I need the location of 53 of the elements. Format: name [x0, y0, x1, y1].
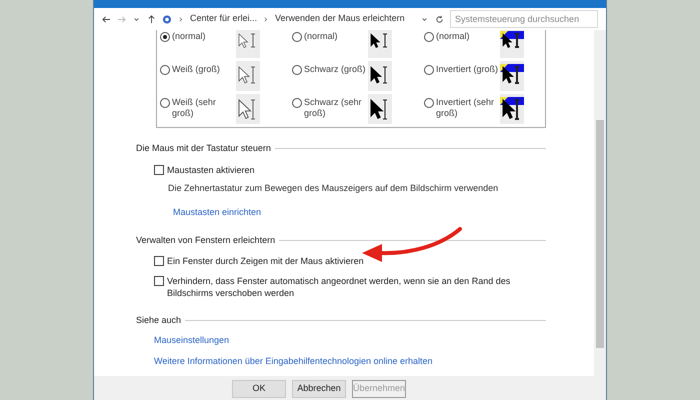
radio-label: (normal) — [436, 30, 471, 42]
radio-button[interactable] — [292, 65, 302, 75]
dialog-button[interactable]: OK — [232, 380, 286, 398]
checkbox[interactable] — [154, 256, 164, 266]
chevron-right-icon[interactable] — [178, 14, 184, 24]
section-heading: Verwalten von Fenstern erleichtern — [136, 234, 276, 247]
radio-label: Invertiert (sehr groß) — [436, 96, 496, 120]
radio-button[interactable] — [292, 98, 302, 108]
checkbox-label: Maustasten aktivieren — [167, 164, 255, 176]
cursor-preview-icon — [500, 61, 524, 91]
section-heading: Siehe auch — [136, 314, 182, 327]
dialog-button[interactable]: Abbrechen — [292, 380, 346, 398]
link[interactable]: Weitere Informationen über Eingabehilfentechnologien online erhalten — [154, 354, 433, 368]
radio-button[interactable] — [424, 65, 434, 75]
control-panel-icon[interactable] — [162, 14, 172, 24]
scrollbar[interactable] — [594, 30, 606, 376]
back-arrow-icon[interactable] — [102, 14, 111, 24]
checkbox[interactable] — [154, 164, 164, 174]
cursor-preview-icon — [368, 61, 392, 91]
up-arrow-icon[interactable] — [147, 14, 156, 24]
description-text: Die Zehnertastatur zum Bewegen des Mauszeigers auf dem Bildschirm verwenden — [168, 182, 500, 195]
checkbox-label: Verhindern, dass Fenster automatisch angeordnet werden, wenn sie an den Rand des Bildschirms verschoben werden — [167, 275, 512, 300]
scroll-thumb[interactable] — [596, 120, 604, 348]
cursor-preview-icon — [236, 61, 260, 91]
search-field[interactable]: Systemsteuerung durchsuchen — [450, 10, 598, 28]
cursor-preview-icon — [500, 30, 524, 58]
radio-button[interactable] — [160, 32, 170, 42]
radio-label: (normal) — [172, 30, 207, 42]
link[interactable]: Mauseinstellungen — [154, 334, 230, 348]
chevron-right-icon[interactable] — [263, 14, 270, 24]
radio-button[interactable] — [424, 98, 434, 108]
breadcrumb-item[interactable]: Center für erlei... — [190, 12, 258, 26]
cursor-preview-icon — [368, 30, 392, 58]
radio-label: Schwarz (groß) — [304, 63, 366, 76]
radio-button[interactable] — [292, 32, 302, 42]
section-heading: Die Maus mit der Tastatur steuern — [136, 142, 271, 155]
link[interactable]: Maustasten einrichten — [173, 206, 262, 220]
radio-button[interactable] — [424, 32, 434, 42]
radio-label: Weiß (groß) — [172, 63, 221, 76]
cursor-preview-icon — [368, 94, 392, 124]
radio-label: Weiß (sehr groß) — [172, 96, 217, 120]
radio-label: (normal) — [304, 30, 339, 42]
checkbox[interactable] — [154, 276, 164, 286]
cursor-preview-icon — [500, 94, 524, 124]
checkbox-label: Ein Fenster durch Zeigen mit der Maus aktivieren — [167, 255, 364, 268]
cursor-preview-icon — [236, 94, 260, 124]
refresh-icon[interactable] — [435, 14, 444, 24]
radio-label: Schwarz (sehr groß) — [304, 96, 363, 120]
breadcrumb-item[interactable]: Verwenden der Maus erleichtern — [275, 12, 405, 26]
radio-label: Invertiert (groß) — [436, 63, 498, 76]
radio-button[interactable] — [160, 65, 170, 75]
radio-button[interactable] — [160, 98, 170, 108]
cursor-preview-icon — [236, 30, 260, 58]
